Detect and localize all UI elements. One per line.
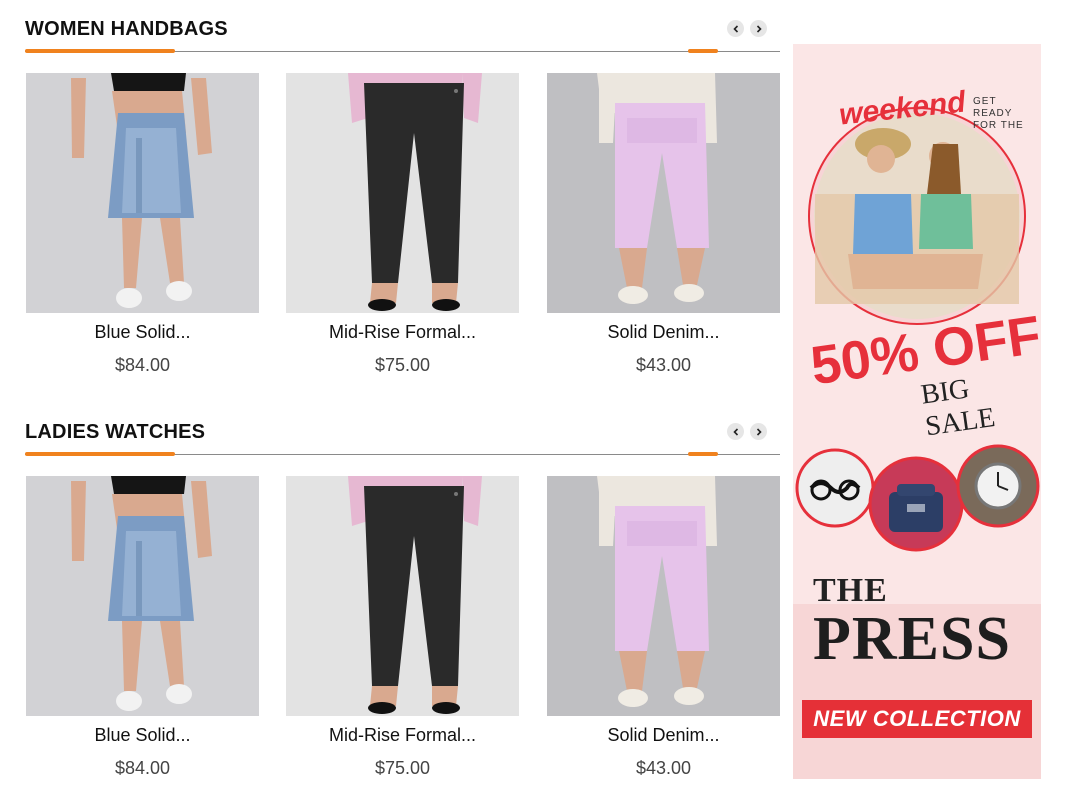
section-header: WOMEN HANDBAGS (25, 14, 780, 54)
product-name[interactable]: Mid-Rise Formal... (286, 724, 519, 746)
carousel-next-button[interactable] (750, 20, 767, 37)
product-card[interactable]: Blue Solid... $84.00 (26, 73, 259, 376)
section-title: WOMEN HANDBAGS (25, 18, 228, 40)
product-name[interactable]: Solid Denim... (547, 321, 780, 343)
section-accent-bar (25, 452, 175, 456)
section-title: LADIES WATCHES (25, 421, 206, 443)
product-name[interactable]: Mid-Rise Formal... (286, 321, 519, 343)
product-name[interactable]: Solid Denim... (547, 724, 780, 746)
product-price: $84.00 (114, 758, 171, 778)
banner-press-text: PRESS (813, 605, 1011, 673)
product-image-denim-skirt[interactable] (26, 476, 259, 716)
chevron-right-icon (756, 427, 762, 436)
product-image-denim-capris[interactable] (547, 476, 780, 716)
product-card[interactable]: Mid-Rise Formal... $75.00 (286, 476, 519, 779)
product-card[interactable]: Solid Denim... $43.00 (547, 73, 780, 376)
product-carousel: Blue Solid... $84.00 Mid-Rise Formal... … (26, 73, 781, 393)
chevron-right-icon (756, 24, 762, 33)
product-section-ladies-watches: LADIES WATCHES Blue Solid... $84.00 Mid-… (25, 417, 780, 778)
carousel-next-button[interactable] (750, 423, 767, 440)
chevron-left-icon (732, 24, 738, 33)
product-name[interactable]: Blue Solid... (26, 321, 259, 343)
product-price: $43.00 (635, 758, 692, 778)
section-header: LADIES WATCHES (25, 417, 780, 457)
product-image-formal-trousers[interactable] (286, 476, 519, 716)
section-accent-bar-right (688, 452, 718, 456)
product-price: $75.00 (374, 758, 431, 778)
promo-banner[interactable]: weekend GET READY FOR THE 50% OFF BIG SA… (793, 44, 1041, 779)
carousel-prev-button[interactable] (727, 423, 744, 440)
section-accent-bar-right (688, 49, 718, 53)
product-price: $75.00 (374, 355, 431, 375)
product-price: $43.00 (635, 355, 692, 375)
banner-get-ready-text: GET READY FOR THE (973, 96, 1024, 131)
carousel-prev-button[interactable] (727, 20, 744, 37)
product-section-women-handbags: WOMEN HANDBAGS Blue Solid... $84.00 Mid-… (25, 14, 780, 375)
product-card[interactable]: Solid Denim... $43.00 (547, 476, 780, 779)
product-price: $84.00 (114, 355, 171, 375)
product-image-denim-capris[interactable] (547, 73, 780, 313)
chevron-left-icon (732, 427, 738, 436)
section-accent-bar (25, 49, 175, 53)
product-card[interactable]: Mid-Rise Formal... $75.00 (286, 73, 519, 376)
product-card[interactable]: Blue Solid... $84.00 (26, 476, 259, 779)
product-carousel: Blue Solid... $84.00 Mid-Rise Formal... … (26, 476, 781, 796)
product-image-formal-trousers[interactable] (286, 73, 519, 313)
product-name[interactable]: Blue Solid... (26, 724, 259, 746)
new-collection-button[interactable]: NEW COLLECTION (802, 700, 1032, 738)
product-image-denim-skirt[interactable] (26, 73, 259, 313)
